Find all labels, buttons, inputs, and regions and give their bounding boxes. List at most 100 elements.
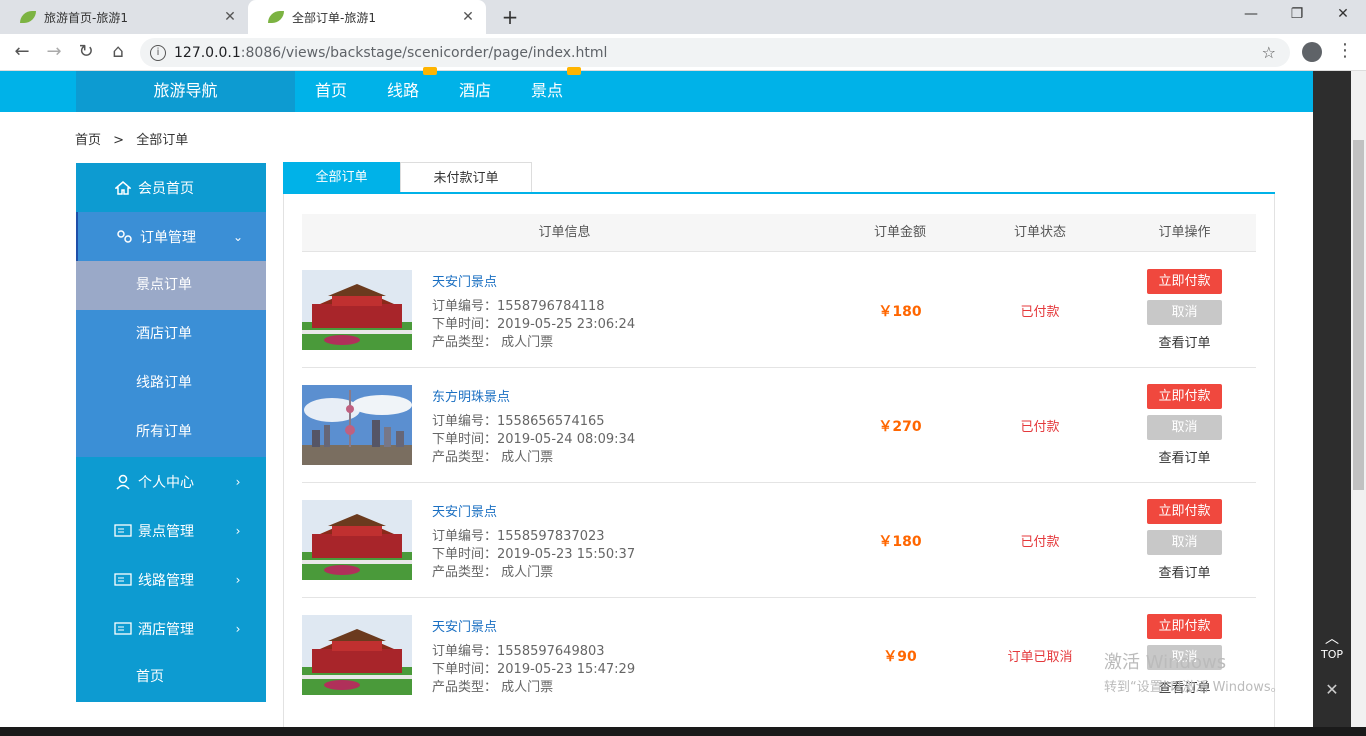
browser-tabstrip: 旅游首页-旅游1 ✕ 全部订单-旅游1 ✕ + — ❐ ✕ (0, 0, 1366, 34)
order-name[interactable]: 天安门景点 (432, 501, 497, 520)
back-to-top-button[interactable]: ︿ TOP (1313, 628, 1351, 661)
nav-hotels[interactable]: 酒店 (459, 71, 491, 112)
order-name[interactable]: 天安门景点 (432, 271, 497, 290)
reload-icon[interactable]: ↻ (74, 40, 98, 64)
brand-title[interactable]: 旅游导航 (76, 71, 295, 112)
product-type: 产品类型： 成人门票 (432, 561, 553, 580)
view-order-link[interactable]: 查看订单 (1147, 447, 1222, 466)
new-tab-icon[interactable]: + (498, 5, 522, 29)
leaf-icon (20, 11, 36, 23)
activate-windows-hint: 转到“设置”以激活 Windows。 (1104, 680, 1284, 695)
back-icon[interactable]: ← (10, 40, 34, 64)
home-icon[interactable]: ⌂ (106, 40, 130, 64)
url-host: 127.0.0.1 (174, 44, 241, 61)
house-icon (114, 180, 132, 196)
browser-tab-home[interactable]: 旅游首页-旅游1 ✕ (0, 0, 248, 34)
pay-now-button[interactable]: 立即付款 (1147, 614, 1222, 639)
order-amount: ￥90 (883, 649, 917, 665)
browser-tab-orders[interactable]: 全部订单-旅游1 ✕ (248, 0, 486, 34)
sidebar-item-route-mgmt[interactable]: 线路管理 › (76, 555, 266, 604)
table-row: 天安门景点 订单编号：1558796784118 下单时间：2019-05-25… (302, 253, 1256, 368)
minimize-icon[interactable]: — (1228, 0, 1274, 30)
sidebar-sub-hotel-orders[interactable]: 酒店订单 (76, 310, 266, 359)
breadcrumb-home[interactable]: 首页 (75, 133, 101, 148)
sidebar-item-label: 订单管理 (140, 229, 196, 246)
order-name[interactable]: 天安门景点 (432, 616, 497, 635)
order-name[interactable]: 东方明珠景点 (432, 386, 510, 405)
account-icon[interactable] (1302, 42, 1322, 62)
sidebar-item-hotel-mgmt[interactable]: 酒店管理 › (76, 604, 266, 653)
info-icon[interactable]: i (150, 44, 166, 61)
product-type-value: 成人门票 (501, 565, 554, 580)
sidebar-sub-route-orders[interactable]: 线路订单 (76, 359, 266, 408)
tab-all-orders[interactable]: 全部订单 (283, 162, 400, 194)
chevron-right-icon: › (235, 474, 241, 489)
forward-icon[interactable]: → (42, 40, 66, 64)
user-icon (114, 474, 132, 490)
order-icon (116, 229, 134, 245)
tiananmen-image[interactable] (302, 615, 412, 695)
scrollbar-thumb[interactable] (1353, 140, 1364, 490)
product-type-value: 成人门票 (501, 680, 554, 695)
header-order-info: 订单信息 (538, 225, 591, 240)
order-no-value: 1558597837023 (497, 529, 605, 544)
browser-tab-title: 全部订单-旅游1 (292, 10, 376, 25)
sidebar-item-label: 会员首页 (138, 180, 194, 197)
sidebar-item-personal[interactable]: 个人中心 › (76, 457, 266, 506)
sidebar-item-scenic-mgmt[interactable]: 景点管理 › (76, 506, 266, 555)
sidebar-item-order-mgmt[interactable]: 订单管理 ⌄ (76, 212, 266, 261)
close-icon[interactable]: ✕ (1313, 680, 1351, 699)
close-icon[interactable]: ✕ (222, 9, 238, 25)
close-icon[interactable]: ✕ (460, 9, 476, 25)
back-to-top-label: TOP (1320, 648, 1343, 661)
cancel-button[interactable]: 取消 (1147, 530, 1222, 555)
activate-windows-title: 激活 Windows (1104, 652, 1227, 673)
view-order-link[interactable]: 查看订单 (1147, 332, 1222, 351)
restore-icon[interactable]: ❐ (1274, 0, 1320, 30)
oriental-pearl-image[interactable] (302, 385, 412, 465)
tiananmen-image[interactable] (302, 270, 412, 350)
cancel-button[interactable]: 取消 (1147, 300, 1222, 325)
order-status: 已付款 (1020, 535, 1060, 550)
sidebar-item-home[interactable]: 首页 (76, 653, 266, 702)
order-no-label: 订单编号： (432, 529, 498, 544)
browser-tab-title: 旅游首页-旅游1 (44, 10, 128, 25)
product-type: 产品类型： 成人门票 (432, 676, 553, 695)
table-row: 天安门景点 订单编号：1558597837023 下单时间：2019-05-23… (302, 483, 1256, 598)
address-bar[interactable]: i 127.0.0.1:8086/views/backstage/scenico… (140, 38, 1290, 67)
bookmark-star-icon[interactable]: ☆ (1262, 43, 1276, 62)
sidebar-item-label: 酒店管理 (138, 621, 194, 638)
order-time-value: 2019-05-25 23:06:24 (497, 317, 636, 332)
nav-home[interactable]: 首页 (315, 71, 347, 112)
tab-unpaid-orders[interactable]: 未付款订单 (400, 162, 532, 194)
nav-routes[interactable]: 线路 (387, 67, 437, 112)
order-status: 订单已取消 (1007, 650, 1073, 665)
product-type-label: 产品类型： (432, 680, 498, 695)
cancel-button[interactable]: 取消 (1147, 415, 1222, 440)
sidebar-item-member-home[interactable]: 会员首页 (76, 163, 266, 212)
order-no-label: 订单编号： (432, 414, 498, 429)
order-time-label: 下单时间： (432, 432, 498, 447)
hot-badge-icon (567, 67, 581, 75)
order-time-value: 2019-05-23 15:50:37 (497, 547, 636, 562)
order-no-value: 1558796784118 (497, 299, 605, 314)
sidebar-sub-all-orders[interactable]: 所有订单 (76, 408, 266, 457)
leaf-icon (268, 11, 284, 23)
sidebar-sub-scenic-orders[interactable]: 景点订单 (76, 261, 266, 310)
order-time-label: 下单时间： (432, 662, 498, 677)
pay-now-button[interactable]: 立即付款 (1147, 384, 1222, 409)
pay-now-button[interactable]: 立即付款 (1147, 499, 1222, 524)
product-type-value: 成人门票 (501, 450, 554, 465)
order-time-label: 下单时间： (432, 317, 498, 332)
order-time-value: 2019-05-23 15:47:29 (497, 662, 636, 677)
nav-scenic-label: 景点 (531, 81, 564, 100)
pay-now-button[interactable]: 立即付款 (1147, 269, 1222, 294)
product-type-value: 成人门票 (501, 335, 554, 350)
tiananmen-image[interactable] (302, 500, 412, 580)
order-no: 订单编号：1558597649803 (432, 640, 605, 659)
view-order-link[interactable]: 查看订单 (1147, 562, 1222, 581)
menu-kebab-icon[interactable]: ⋮ (1336, 40, 1354, 61)
nav-scenic[interactable]: 景点 (531, 67, 581, 112)
order-time: 下单时间：2019-05-24 08:09:34 (432, 428, 635, 447)
window-close-icon[interactable]: ✕ (1320, 0, 1366, 30)
